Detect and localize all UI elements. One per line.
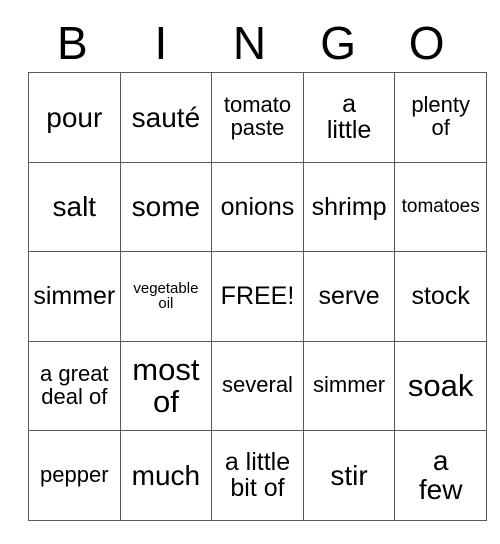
- bingo-cell[interactable]: pepper: [28, 430, 121, 521]
- bingo-cell[interactable]: sauté: [119, 72, 213, 163]
- bingo-cell-label: sauté: [131, 101, 201, 133]
- bingo-cell[interactable]: tomato paste: [211, 72, 304, 163]
- bingo-cell-label: several: [222, 372, 293, 398]
- bingo-cell[interactable]: a great deal of: [28, 340, 121, 431]
- table-row: pepper much a little bit of stir a few: [28, 430, 487, 521]
- bingo-header-letter-i: I: [154, 17, 168, 69]
- bingo-header-letter-g: G: [320, 17, 356, 69]
- bingo-cell[interactable]: tomatoes: [394, 161, 487, 252]
- bingo-cell[interactable]: serve: [302, 251, 396, 342]
- bingo-cell-label: stock: [411, 282, 470, 311]
- bingo-cell[interactable]: plenty of: [394, 72, 487, 163]
- bingo-cell[interactable]: vegetable oil: [119, 251, 213, 342]
- bingo-cell-label: a little: [326, 90, 372, 145]
- bingo-cell-label: most of: [132, 351, 200, 419]
- bingo-cell-label: stir: [330, 459, 368, 491]
- bingo-cell-label: simmer: [33, 282, 116, 311]
- bingo-cell-label: onions: [220, 192, 295, 221]
- bingo-header-letter-b: B: [56, 17, 88, 69]
- table-row: a great deal of most of several simmer s…: [28, 340, 487, 431]
- bingo-free-label: FREE!: [220, 282, 295, 311]
- bingo-header-letter-o: O: [408, 17, 445, 69]
- table-row: salt some onions shrimp tomatoes: [28, 161, 487, 252]
- bingo-cell[interactable]: simmer: [28, 251, 121, 342]
- bingo-cell-label: a little bit of: [224, 448, 291, 503]
- bingo-header-letter-n: N: [232, 17, 267, 69]
- bingo-cell[interactable]: some: [119, 161, 213, 252]
- bingo-cell[interactable]: a few: [394, 430, 487, 521]
- bingo-cell-label: tomato paste: [223, 92, 292, 141]
- bingo-cell-label: pepper: [40, 461, 109, 487]
- bingo-header-row: B I N G O: [28, 14, 471, 72]
- table-row: pour sauté tomato paste a little plenty …: [28, 72, 487, 163]
- bingo-cell-label: a great deal of: [40, 360, 109, 409]
- bingo-cell[interactable]: pour: [28, 72, 121, 163]
- bingo-cell-free[interactable]: FREE!: [211, 251, 304, 342]
- bingo-cell[interactable]: soak: [394, 340, 487, 431]
- bingo-cell[interactable]: a little: [302, 72, 396, 163]
- table-row: simmer vegetable oil FREE! serve stock: [28, 251, 487, 342]
- bingo-cell-label: simmer: [313, 372, 386, 398]
- bingo-cell-label: plenty of: [411, 92, 471, 141]
- bingo-cell-label: a few: [418, 445, 463, 506]
- bingo-cell-label: salt: [52, 191, 97, 223]
- bingo-cell[interactable]: a little bit of: [211, 430, 304, 521]
- bingo-cell[interactable]: onions: [211, 161, 304, 252]
- bingo-cell-label: serve: [318, 282, 380, 311]
- bingo-cell[interactable]: several: [211, 340, 304, 431]
- bingo-card: B I N G O pour sauté tomato paste a litt…: [28, 14, 487, 521]
- bingo-cell-label: some: [131, 191, 201, 223]
- bingo-grid: pour sauté tomato paste a little plenty …: [28, 72, 487, 521]
- bingo-cell-label: tomatoes: [401, 195, 480, 217]
- bingo-cell-label: vegetable oil: [133, 279, 199, 313]
- bingo-cell[interactable]: stock: [394, 251, 487, 342]
- bingo-cell-label: soak: [407, 367, 474, 403]
- bingo-cell[interactable]: most of: [119, 340, 213, 431]
- bingo-cell[interactable]: stir: [302, 430, 396, 521]
- bingo-cell[interactable]: salt: [28, 161, 121, 252]
- bingo-cell-label: shrimp: [311, 192, 387, 221]
- bingo-cell[interactable]: much: [119, 430, 213, 521]
- bingo-cell[interactable]: shrimp: [302, 161, 396, 252]
- bingo-cell[interactable]: simmer: [302, 340, 396, 431]
- bingo-cell-label: much: [131, 459, 201, 491]
- bingo-cell-label: pour: [46, 101, 103, 133]
